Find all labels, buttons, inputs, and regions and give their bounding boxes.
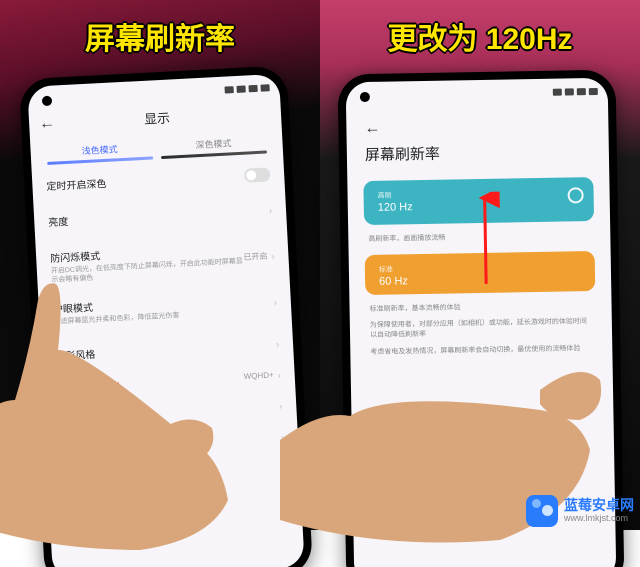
- chevron-right-icon: ›: [277, 370, 281, 380]
- chevron-right-icon: ›: [274, 297, 278, 307]
- watermark-name: 蓝莓安卓网: [564, 498, 634, 513]
- highlight-refresh-rate: [53, 383, 120, 410]
- chevron-right-icon: ›: [271, 251, 275, 261]
- chevron-right-icon: ›: [281, 432, 285, 442]
- watermark: 蓝莓安卓网 www.lmkjst.com: [526, 495, 634, 527]
- red-arrow-up-icon: [470, 192, 502, 289]
- watermark-logo-icon: [526, 495, 558, 527]
- right-overlay-title: 更改为 120Hz: [320, 14, 640, 58]
- bullet-2: 考虑省电及发热情况，屏幕刷新率会自动切换，最优使用的流畅体验: [350, 339, 612, 360]
- status-icons: [224, 84, 269, 93]
- tab-light-mode[interactable]: 浅色模式: [46, 137, 153, 168]
- right-screen: ← 屏幕刷新率 高刷 120 Hz 高刷新率，画面播放流畅 标准 60 Hz 标…: [346, 78, 617, 567]
- page-title: 屏幕刷新率: [365, 140, 591, 165]
- back-icon[interactable]: ←: [364, 120, 380, 137]
- chevron-right-icon: ›: [269, 205, 273, 215]
- left-screen: ← 显示 浅色模式 深色模式 定时开启深色 亮度 ›: [27, 74, 305, 567]
- left-phone-frame: ← 显示 浅色模式 深色模式 定时开启深色 亮度 ›: [19, 65, 313, 567]
- watermark-url: www.lmkjst.com: [564, 514, 634, 524]
- refresh-header: ← 屏幕刷新率: [346, 100, 609, 174]
- chevron-right-icon: ›: [276, 339, 280, 349]
- right-panel: 更改为 120Hz ← 屏幕刷新率 高刷 120 Hz: [320, 0, 640, 530]
- chevron-right-icon: ›: [283, 478, 287, 488]
- red-arrow-icon: [120, 396, 176, 508]
- left-panel: 屏幕刷新率 ← 显示 浅色模式 深色模式: [0, 0, 320, 530]
- chevron-right-icon: ›: [279, 401, 283, 411]
- right-phone-frame: ← 屏幕刷新率 高刷 120 Hz 高刷新率，画面播放流畅 标准 60 Hz 标…: [337, 70, 624, 567]
- tab-dark-mode[interactable]: 深色模式: [160, 132, 267, 163]
- left-overlay-title: 屏幕刷新率: [0, 14, 320, 58]
- toggle-schedule-dark[interactable]: [244, 167, 271, 182]
- status-icons: [553, 87, 598, 95]
